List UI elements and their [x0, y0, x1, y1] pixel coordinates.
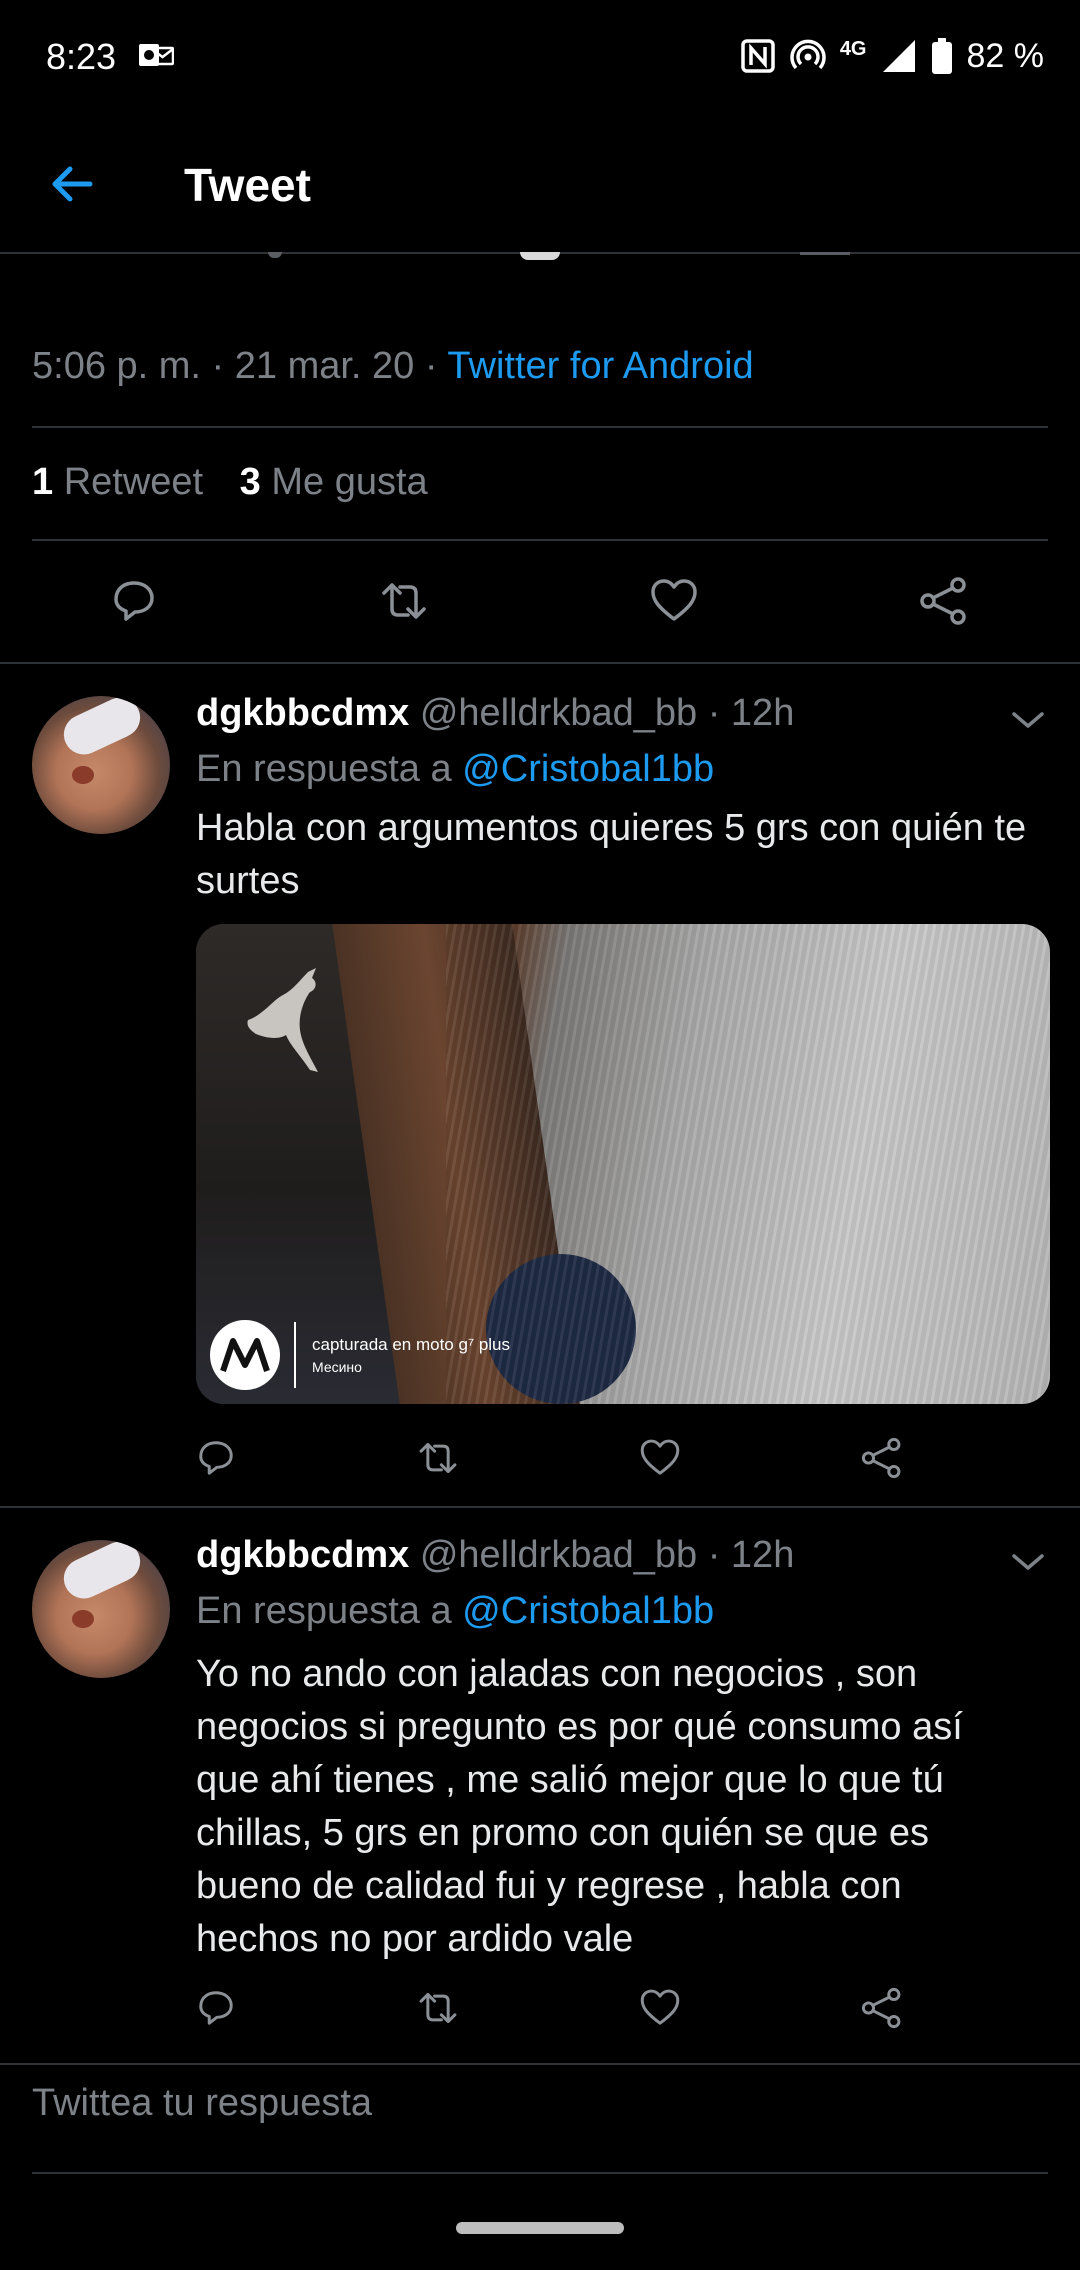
avatar[interactable]	[32, 1540, 170, 1678]
reply-prefix: En respuesta a	[196, 1590, 452, 1632]
tweet-text-line: hechos no por ardido vale	[196, 1918, 634, 1960]
likes-label: Me gusta	[271, 461, 428, 503]
page-title: Tweet	[184, 159, 311, 211]
like-heart-icon[interactable]	[638, 1436, 682, 1480]
reply-mention-link[interactable]: @Cristobal1bb	[462, 748, 714, 790]
share-icon[interactable]	[918, 575, 970, 627]
tweet-stats: 1 Retweet 3 Me gusta	[32, 461, 428, 504]
tweet-age: 12h	[730, 1534, 795, 1576]
nfc-icon	[741, 39, 775, 73]
remnant-mark	[800, 252, 850, 255]
status-bar: 8:23 4G 82 %	[0, 0, 1080, 112]
reply-icon[interactable]	[108, 575, 160, 627]
app-bar: Tweet	[0, 112, 1080, 254]
user-handle: @helldrkbad_bb	[419, 1534, 698, 1576]
motorola-logo-icon	[210, 1320, 280, 1390]
tweet-action-bar	[0, 1972, 1080, 2052]
tweet-date: 21 mar. 20	[234, 345, 415, 387]
tweet-source-link[interactable]: Twitter for Android	[447, 345, 753, 387]
separator: ·	[707, 1534, 721, 1576]
retweet-icon[interactable]	[416, 1436, 460, 1480]
likes-stat[interactable]: 3 Me gusta	[240, 461, 428, 503]
tweet-text-line: negocios si pregunto es por qué consumo …	[196, 1706, 963, 1748]
reply-icon[interactable]	[194, 1436, 238, 1480]
camera-watermark: capturada en moto g⁷ plus Месино	[210, 1320, 510, 1390]
retweet-icon[interactable]	[378, 575, 430, 627]
retweet-icon[interactable]	[416, 1986, 460, 2030]
reply-context: En respuesta a @Cristobal1bb	[196, 1590, 714, 1633]
tweet-text: Habla con argumentos quieres 5 grs con q…	[196, 807, 1027, 902]
tweet-media-image[interactable]: capturada en moto g⁷ plus Месино	[196, 924, 1050, 1404]
retweets-label: Retweet	[63, 461, 204, 503]
user-handle: @helldrkbad_bb	[419, 692, 698, 734]
chevron-down-icon[interactable]	[1008, 1542, 1048, 1582]
tweet-time: 5:06 p. m.	[32, 345, 201, 387]
reply-tweet[interactable]: dgkbbcdmx @helldrkbad_bb · 12h En respue…	[0, 664, 1080, 1506]
tweet-action-bar	[0, 561, 1080, 641]
separator: ·	[707, 692, 721, 734]
divider	[32, 2172, 1048, 2174]
tweet-text-line: Yo no ando con jaladas con negocios , so…	[196, 1653, 918, 1695]
status-icons: 4G 82 %	[740, 34, 1044, 78]
battery-level: 82 %	[966, 36, 1045, 75]
retweets-count: 1	[32, 461, 54, 503]
signal-icon	[882, 40, 915, 72]
avatar[interactable]	[32, 696, 170, 834]
status-time: 8:23	[46, 36, 117, 77]
puma-logo-icon	[247, 968, 318, 1072]
share-icon[interactable]	[860, 1986, 904, 2030]
reply-tweet[interactable]: dgkbbcdmx @helldrkbad_bb · 12h En respue…	[0, 1508, 1080, 2063]
reply-context: En respuesta a @Cristobal1bb	[196, 748, 714, 791]
tweet-text-line: que ahí tienes , me salió mejor que lo q…	[196, 1759, 944, 1801]
network-type: 4G	[839, 37, 867, 60]
display-name[interactable]: dgkbbcdmx	[196, 1534, 409, 1576]
retweets-stat[interactable]: 1 Retweet	[32, 461, 203, 503]
tweet-text-line: bueno de calidad fui y regrese , habla c…	[196, 1865, 902, 1907]
reply-mention-link[interactable]: @Cristobal1bb	[462, 1590, 714, 1632]
scrolled-content-remnant	[0, 252, 1080, 262]
separator: ·	[211, 345, 225, 387]
remnant-mark	[268, 252, 282, 258]
tweet-age: 12h	[730, 692, 795, 734]
tweet-action-bar	[0, 1422, 1080, 1502]
hotspot-icon	[790, 39, 826, 70]
divider	[32, 426, 1048, 428]
gesture-navigation-handle[interactable]	[456, 2222, 624, 2234]
like-heart-icon[interactable]	[638, 1986, 682, 2030]
tweet-header: dgkbbcdmx @helldrkbad_bb · 12h	[196, 1534, 794, 1577]
display-name[interactable]: dgkbbcdmx	[196, 692, 409, 734]
remnant-mark	[520, 252, 560, 260]
watermark-line1: capturada en moto g⁷ plus	[312, 1335, 510, 1354]
tweet-text: Yo no ando con jaladas con negocios , so…	[196, 1648, 1056, 1966]
tweet-header: dgkbbcdmx @helldrkbad_bb · 12h	[196, 692, 794, 735]
separator: ·	[424, 345, 438, 387]
share-icon[interactable]	[860, 1436, 904, 1480]
chevron-down-icon[interactable]	[1008, 700, 1048, 740]
tweet-timestamp-line: 5:06 p. m. · 21 mar. 20 · Twitter for An…	[32, 345, 754, 388]
reply-prefix: En respuesta a	[196, 748, 452, 790]
back-arrow-icon[interactable]	[44, 156, 100, 212]
reply-compose-input[interactable]: Twittea tu respuesta	[32, 2082, 372, 2125]
likes-count: 3	[239, 461, 261, 503]
outlook-notification-icon	[139, 44, 174, 66]
watermark-line2: Месино	[312, 1359, 362, 1375]
divider	[0, 2063, 1080, 2065]
reply-icon[interactable]	[194, 1986, 238, 2030]
like-heart-icon[interactable]	[648, 575, 700, 627]
divider	[32, 539, 1048, 541]
tweet-text-line: chillas, 5 grs en promo con quién se que…	[196, 1812, 929, 1854]
battery-icon	[931, 38, 952, 74]
